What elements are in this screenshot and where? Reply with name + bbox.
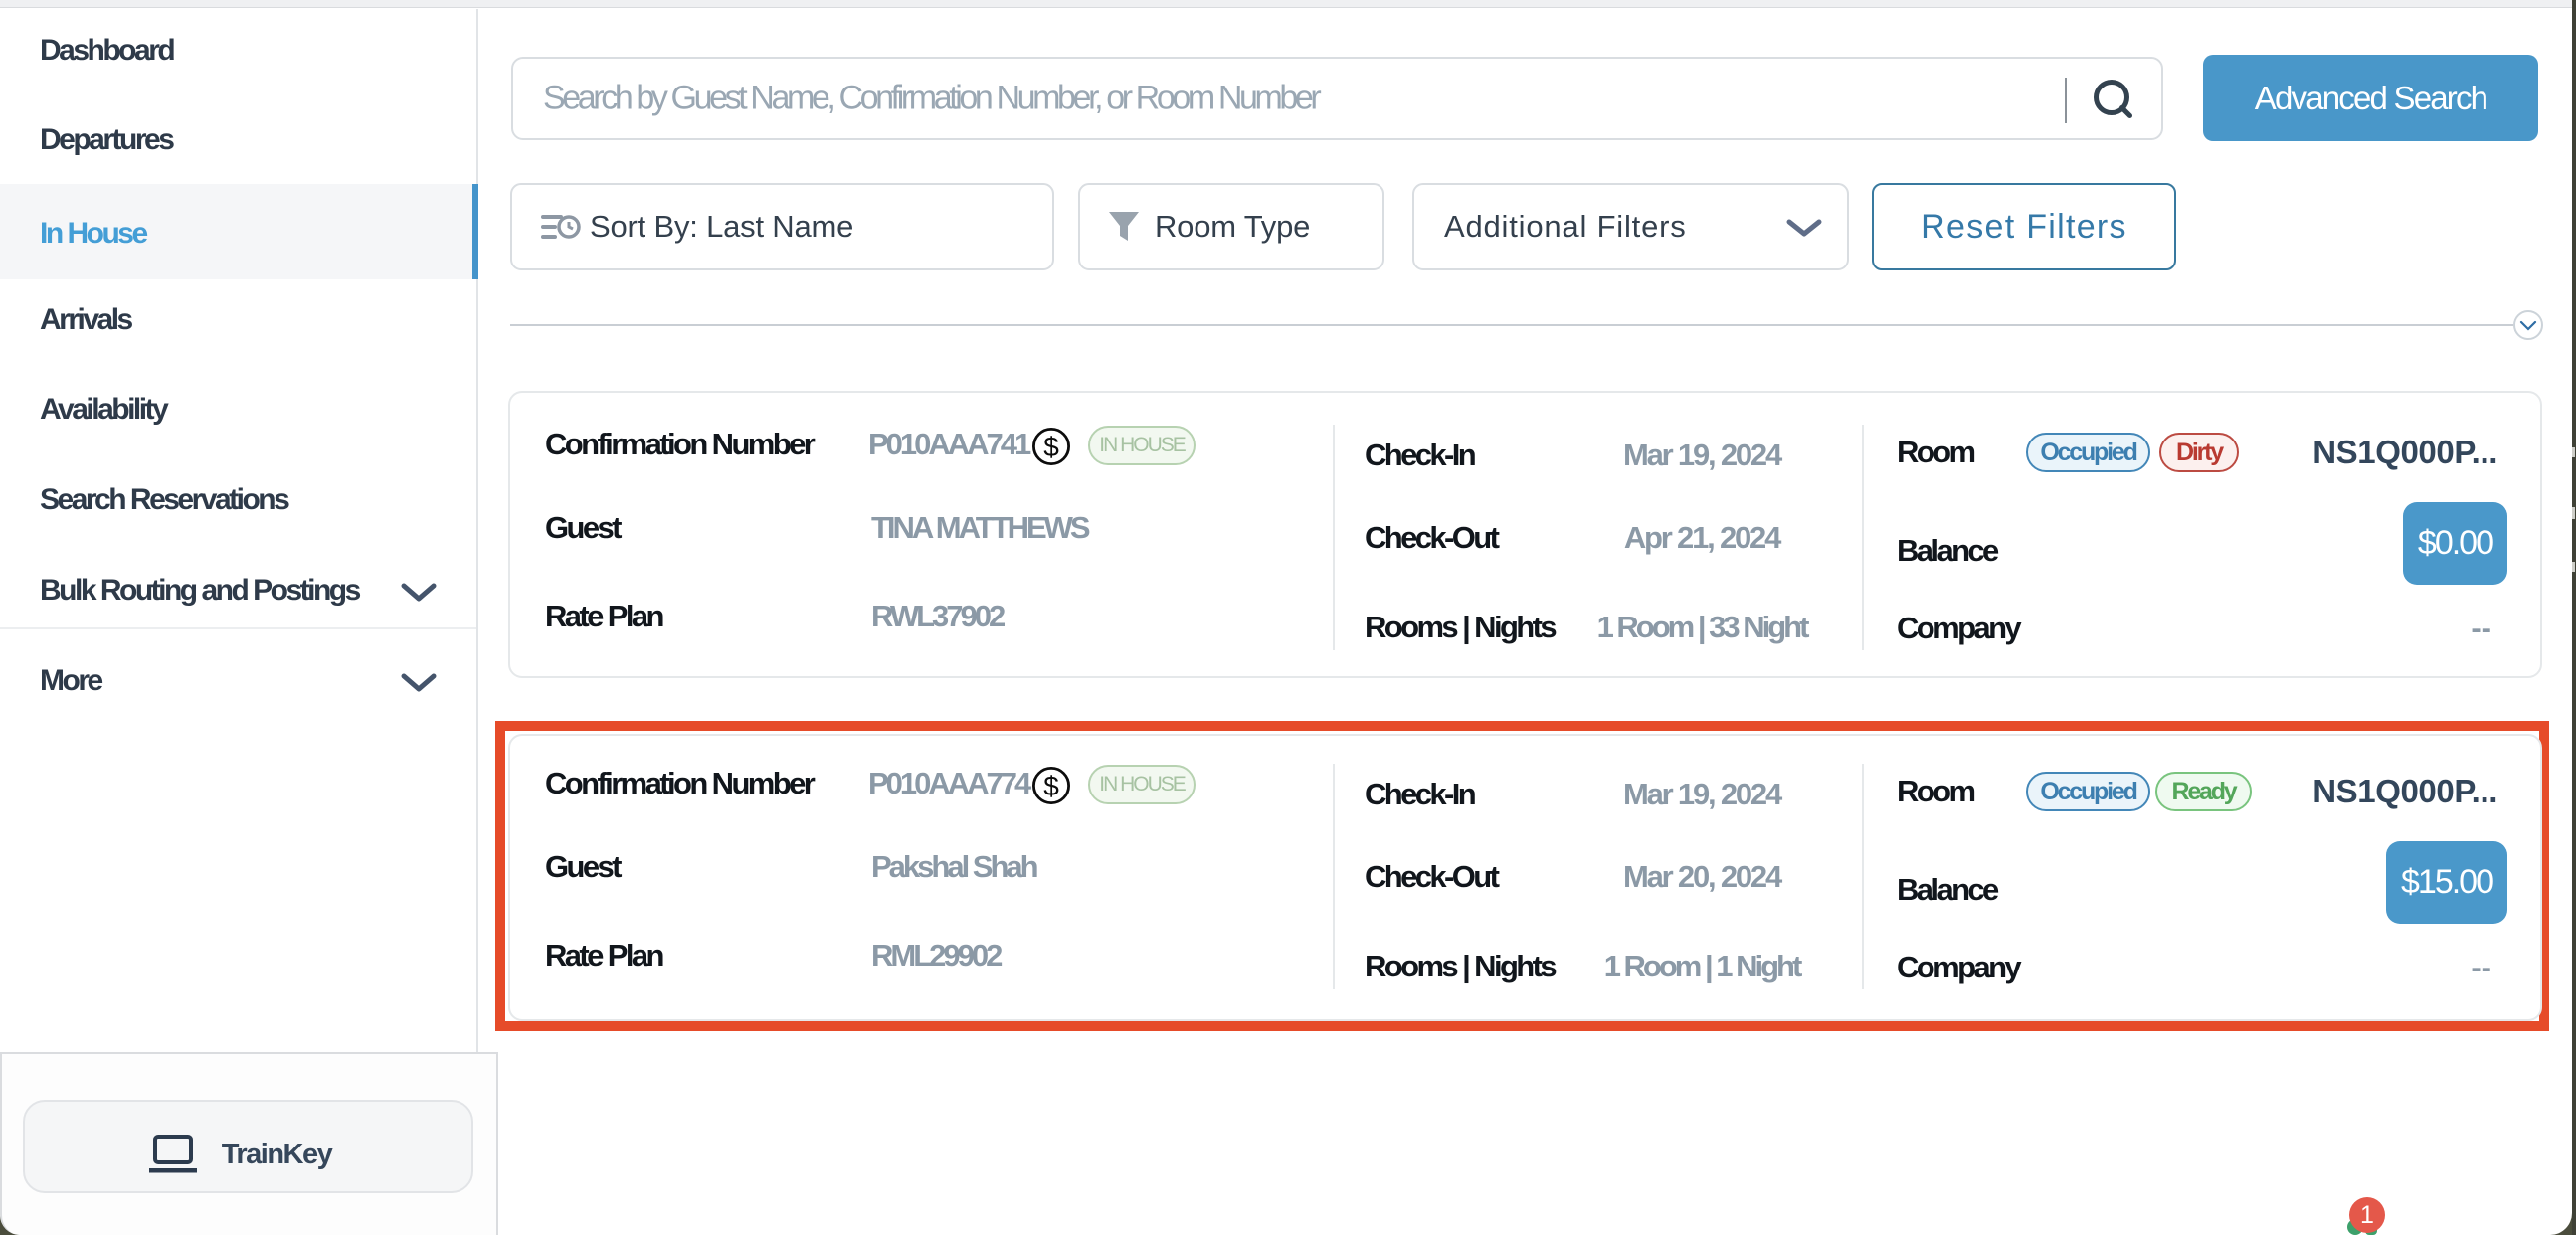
svg-text:$: $	[1043, 432, 1059, 462]
svg-text:$: $	[1043, 771, 1059, 801]
